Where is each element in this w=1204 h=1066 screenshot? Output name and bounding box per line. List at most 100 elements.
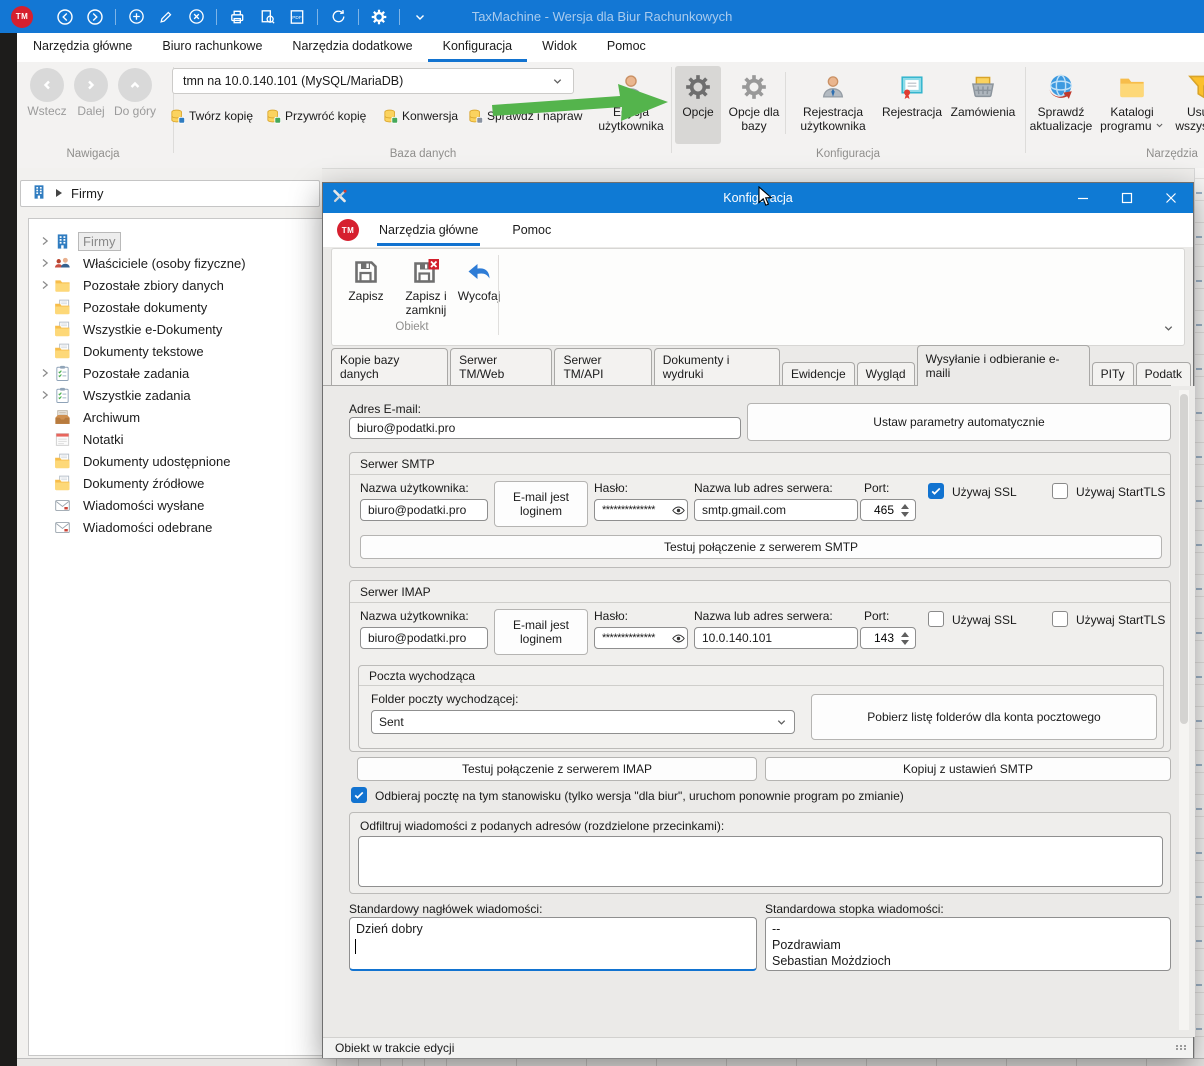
pdf-icon[interactable]: PDF bbox=[287, 7, 307, 27]
fetch-folders-button[interactable]: Pobierz listę folderów dla konta pocztow… bbox=[811, 694, 1157, 740]
ribbon-tab-biuro-rachunkowe[interactable]: Biuro rachunkowe bbox=[147, 33, 277, 62]
ribbon-tab-narz-dzia-g-wne[interactable]: Narzędzia główne bbox=[18, 33, 147, 62]
dialog-tab-serwer-tm-web[interactable]: Serwer TM/Web bbox=[450, 348, 552, 386]
chevron-down-icon[interactable] bbox=[410, 7, 430, 27]
chevron-right-icon[interactable] bbox=[37, 280, 53, 290]
ssl-checkbox[interactable] bbox=[928, 611, 944, 627]
expander-arrow-icon[interactable] bbox=[55, 186, 63, 201]
eye-icon[interactable] bbox=[672, 504, 685, 517]
ribbon-button-database-repair[interactable]: Sprawdź i napraw bbox=[468, 106, 582, 126]
chevron-right-icon[interactable] bbox=[37, 236, 53, 246]
tree-item-notatki[interactable]: Notatki bbox=[29, 428, 323, 450]
close-button[interactable] bbox=[1149, 183, 1193, 213]
tree-item-firmy[interactable]: Firmy bbox=[29, 230, 323, 252]
ribbon-tab-konfiguracja[interactable]: Konfiguracja bbox=[428, 33, 528, 62]
print-icon[interactable] bbox=[227, 7, 247, 27]
port-spinner[interactable]: 143 bbox=[860, 627, 916, 649]
dialog-tab-dokumenty-i-wydruki[interactable]: Dokumenty i wydruki bbox=[654, 348, 780, 386]
delete-circle-icon[interactable] bbox=[186, 7, 206, 27]
ribbon-button-usu-wszystkie[interactable]: Usuń wszystkie bbox=[1171, 66, 1204, 144]
sidebar-collection-selector[interactable]: Firmy bbox=[20, 180, 320, 207]
nav-arrow-right-button[interactable]: Dalej bbox=[69, 68, 113, 118]
toolbar-button-wycofaj[interactable]: Wycofaj bbox=[462, 257, 496, 303]
ribbon-tab-narz-dzia-dodatkowe[interactable]: Narzędzia dodatkowe bbox=[277, 33, 427, 62]
email-input[interactable]: biuro@podatki.pro bbox=[349, 417, 741, 439]
nav-arrow-up-button[interactable]: Do góry bbox=[113, 68, 157, 118]
port-spinner[interactable]: 465 bbox=[860, 499, 916, 521]
ribbon-tab-widok[interactable]: Widok bbox=[527, 33, 592, 62]
spin-up-icon[interactable] bbox=[901, 504, 909, 509]
database-connection-combo[interactable]: tmn na 10.0.140.101 (MySQL/MariaDB) bbox=[172, 68, 574, 94]
starttls-checkbox[interactable] bbox=[1052, 611, 1068, 627]
eye-icon[interactable] bbox=[672, 632, 685, 645]
ribbon-button-zam-wienia[interactable]: Zamówienia bbox=[947, 66, 1019, 144]
dialog-tab-wygl-d[interactable]: Wygląd bbox=[857, 362, 915, 386]
toolbar-button-zapisz[interactable]: Zapisz bbox=[342, 257, 390, 303]
dialog-tab-kopie-bazy-danych[interactable]: Kopie bazy danych bbox=[331, 348, 448, 386]
scrollbar-thumb[interactable] bbox=[1180, 394, 1188, 724]
chevron-right-icon[interactable] bbox=[37, 368, 53, 378]
message-header-textarea[interactable]: Dzień dobry bbox=[349, 917, 757, 971]
dialog-tab-serwer-tm-api[interactable]: Serwer TM/API bbox=[554, 348, 651, 386]
toolbar-button-zapisz-i-zamknij[interactable]: Zapisz i zamknij bbox=[394, 257, 458, 317]
chevron-down-icon[interactable] bbox=[1163, 321, 1174, 339]
minimize-button[interactable] bbox=[1061, 183, 1105, 213]
ribbon-button-database-convert[interactable]: Konwersja bbox=[383, 106, 458, 126]
chevron-right-icon[interactable] bbox=[37, 258, 53, 268]
dialog-menu-tab-pomoc[interactable]: Pomoc bbox=[510, 215, 553, 246]
tree-item-wszystkie-zadania[interactable]: Wszystkie zadania bbox=[29, 384, 323, 406]
starttls-checkbox[interactable] bbox=[1052, 483, 1068, 499]
edit-pencil-icon[interactable] bbox=[156, 7, 176, 27]
settings-gear-icon[interactable] bbox=[369, 7, 389, 27]
outbox-folder-select[interactable]: Sent bbox=[371, 710, 795, 734]
dialog-scrollbar[interactable] bbox=[1179, 390, 1189, 1030]
tree-item-pozosta-e-dokumenty[interactable]: Pozostałe dokumenty bbox=[29, 296, 323, 318]
ssl-checkbox[interactable] bbox=[928, 483, 944, 499]
ribbon-tab-pomoc[interactable]: Pomoc bbox=[592, 33, 661, 62]
tree-item-archiwum[interactable]: Archiwum bbox=[29, 406, 323, 428]
receive-mail-checkbox[interactable] bbox=[351, 787, 367, 803]
back-icon[interactable] bbox=[55, 7, 75, 27]
tree-item-dokumenty-r-d-owe[interactable]: Dokumenty źródłowe bbox=[29, 472, 323, 494]
dialog-tab-wysy-anie-i-odbieranie-e-maili[interactable]: Wysyłanie i odbieranie e-maili bbox=[917, 345, 1090, 386]
tree-item-w-a-ciciele-osoby-fizyczne-[interactable]: Właściciele (osoby fizyczne) bbox=[29, 252, 323, 274]
chevron-right-icon[interactable] bbox=[37, 390, 53, 400]
forward-icon[interactable] bbox=[85, 7, 105, 27]
server-input[interactable]: 10.0.140.101 bbox=[694, 627, 858, 649]
maximize-button[interactable] bbox=[1105, 183, 1149, 213]
email-is-login-button[interactable]: E-mail jest loginem bbox=[494, 481, 588, 527]
spin-down-icon[interactable] bbox=[901, 640, 909, 645]
ribbon-button-rejestracja[interactable]: Rejestracja bbox=[879, 66, 945, 144]
copy-smtp-button[interactable]: Kopiuj z ustawień SMTP bbox=[765, 757, 1171, 781]
tree-item-dokumenty-tekstowe[interactable]: Dokumenty tekstowe bbox=[29, 340, 323, 362]
password-input[interactable]: ************** bbox=[594, 627, 688, 649]
test-smtp-button[interactable]: Testuj połączenie z serwerem SMTP bbox=[360, 535, 1162, 559]
auto-params-button[interactable]: Ustaw parametry automatycznie bbox=[747, 403, 1171, 441]
tree-item-pozosta-e-zadania[interactable]: Pozostałe zadania bbox=[29, 362, 323, 384]
test-imap-button[interactable]: Testuj połączenie z serwerem IMAP bbox=[357, 757, 757, 781]
email-is-login-button[interactable]: E-mail jest loginem bbox=[494, 609, 588, 655]
ribbon-button-rejestracja-u-ytkownika[interactable]: Rejestracja użytkownika bbox=[791, 66, 875, 144]
ribbon-button-database-restore[interactable]: Przywróć kopię bbox=[266, 106, 366, 126]
add-circle-icon[interactable] bbox=[126, 7, 146, 27]
username-input[interactable]: biuro@podatki.pro bbox=[360, 627, 488, 649]
message-footer-textarea[interactable]: -- Pozdrawiam Sebastian Możdzioch bbox=[765, 917, 1171, 971]
tm-menu-button[interactable]: TM bbox=[337, 219, 359, 241]
ribbon-button-database-copy[interactable]: Twórz kopię bbox=[170, 106, 253, 126]
tree-item-wszystkie-e-dokumenty[interactable]: Wszystkie e-Dokumenty bbox=[29, 318, 323, 340]
ribbon-button-edit-user[interactable]: Edycja użytkownika bbox=[595, 66, 667, 144]
print-preview-icon[interactable] bbox=[257, 7, 277, 27]
ribbon-button-opcje[interactable]: Opcje bbox=[675, 66, 721, 144]
dialog-tab-ewidencje[interactable]: Ewidencje bbox=[782, 362, 855, 386]
resize-grip[interactable] bbox=[1176, 1045, 1187, 1050]
server-input[interactable]: smtp.gmail.com bbox=[694, 499, 858, 521]
dialog-tab-pity[interactable]: PITy bbox=[1092, 362, 1134, 386]
password-input[interactable]: ************** bbox=[594, 499, 688, 521]
tree-item-wiadomo-ci-odebrane[interactable]: Wiadomości odebrane bbox=[29, 516, 323, 538]
dialog-tab-podatk[interactable]: Podatk bbox=[1136, 362, 1191, 386]
tree-item-dokumenty-udost-pnione[interactable]: Dokumenty udostępnione bbox=[29, 450, 323, 472]
tree-item-wiadomo-ci-wys-ane[interactable]: Wiadomości wysłane bbox=[29, 494, 323, 516]
spin-up-icon[interactable] bbox=[901, 632, 909, 637]
ribbon-button-sprawd-aktualizacje[interactable]: Sprawdź aktualizacje bbox=[1029, 66, 1093, 144]
ribbon-button-katalogi-programu[interactable]: Katalogi programu bbox=[1097, 66, 1167, 144]
